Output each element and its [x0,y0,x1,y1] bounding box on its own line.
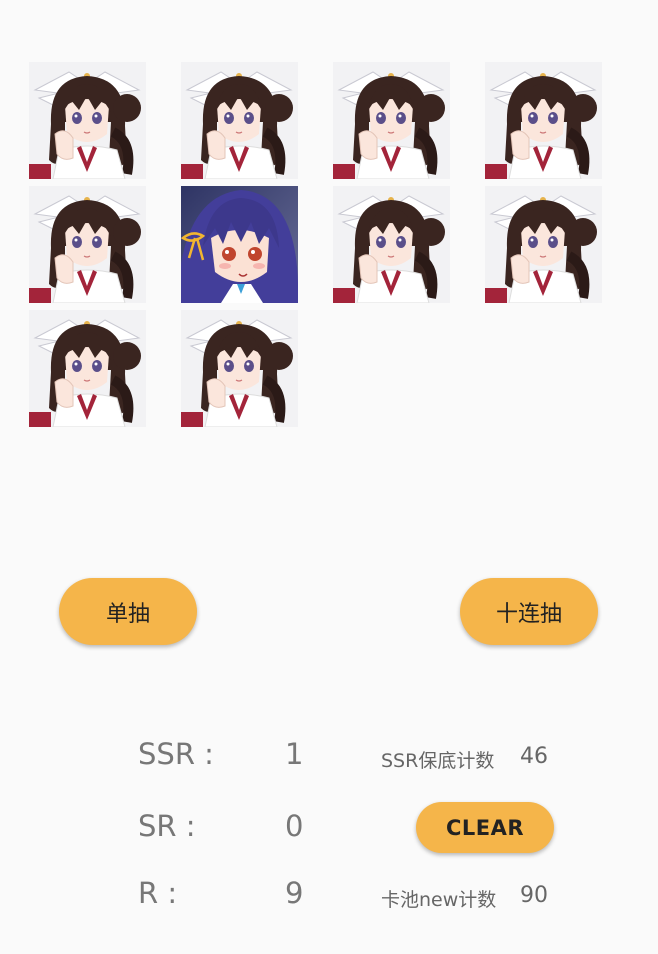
card-r [485,186,602,303]
r-character-image [29,310,146,427]
card-r [485,62,602,179]
card-r [181,62,298,179]
r-count-label: R : [138,876,178,910]
pool-new-label: 卡池new计数 [381,889,497,911]
ssr-count-label: SSR : [138,737,214,771]
clear-button[interactable]: CLEAR [416,802,554,853]
card-r [181,310,298,427]
card-r [29,310,146,427]
r-count-value: 9 [285,876,304,910]
ssr-pity-value: 46 [520,744,548,769]
r-character-image [333,186,450,303]
card-r [333,62,450,179]
r-character-image [181,310,298,427]
single-draw-button[interactable]: 单抽 [59,578,197,645]
r-character-image [29,62,146,179]
r-character-image [29,186,146,303]
card-r [29,186,146,303]
ssr-character-image [181,186,298,303]
ten-draw-button[interactable]: 十连抽 [460,578,598,645]
ssr-count-value: 1 [285,737,304,771]
sr-count-value: 0 [285,809,304,843]
ssr-pity-label: SSR保底计数 [381,750,495,772]
pool-new-value: 90 [520,883,548,908]
card-r [333,186,450,303]
r-character-image [485,62,602,179]
sr-count-label: SR : [138,809,196,843]
r-character-image [181,62,298,179]
card-r [29,62,146,179]
r-character-image [333,62,450,179]
card-ssr [181,186,298,303]
r-character-image [485,186,602,303]
